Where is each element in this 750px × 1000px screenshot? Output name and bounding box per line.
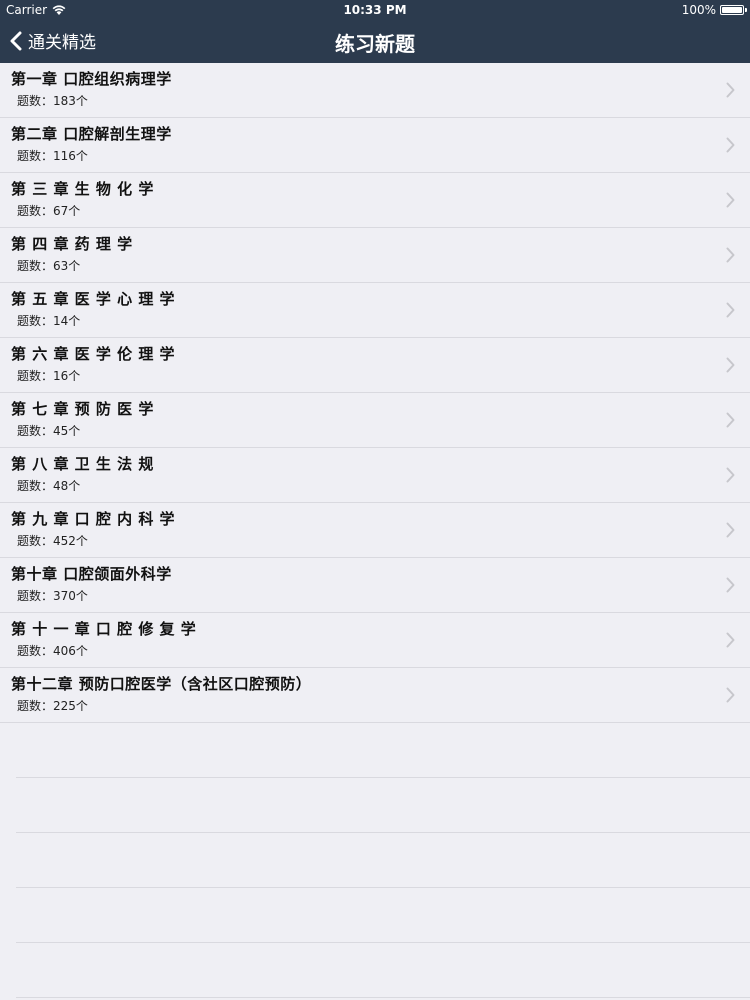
question-count: 题数：116个 <box>17 149 88 163</box>
list-item[interactable]: 第 五 章 医 学 心 理 学 题数：14个 <box>0 283 750 338</box>
chevron-right-icon <box>726 467 735 483</box>
chapter-title: 第 四 章 药 理 学 <box>11 235 133 253</box>
list-item[interactable]: 第 八 章 卫 生 法 规 题数：48个 <box>0 448 750 503</box>
chapter-title: 第十章 口腔颌面外科学 <box>11 565 172 583</box>
chevron-right-icon <box>726 632 735 648</box>
list-item[interactable]: 第 七 章 预 防 医 学 题数：45个 <box>0 393 750 448</box>
chevron-right-icon <box>726 137 735 153</box>
chapter-list: 第一章 口腔组织病理学 题数：183个 第二章 口腔解剖生理学 题数：116个 … <box>0 63 750 998</box>
chapter-title: 第 三 章 生 物 化 学 <box>11 180 154 198</box>
empty-row <box>16 778 750 833</box>
chevron-right-icon <box>726 82 735 98</box>
question-count: 题数：16个 <box>17 369 81 383</box>
battery-fill <box>722 7 742 13</box>
status-time: 10:33 PM <box>343 3 407 17</box>
chapter-title: 第 九 章 口 腔 内 科 学 <box>11 510 176 528</box>
chapter-title: 第 五 章 医 学 心 理 学 <box>11 290 176 308</box>
navigation-bar: 通关精选 练习新题 <box>0 20 750 63</box>
question-count: 题数：14个 <box>17 314 81 328</box>
chevron-right-icon <box>726 412 735 428</box>
list-item[interactable]: 第二章 口腔解剖生理学 题数：116个 <box>0 118 750 173</box>
empty-row <box>16 943 750 998</box>
list-item[interactable]: 第一章 口腔组织病理学 题数：183个 <box>0 63 750 118</box>
question-count: 题数：452个 <box>17 534 88 548</box>
chapter-title: 第 六 章 医 学 伦 理 学 <box>11 345 176 363</box>
list-item[interactable]: 第十二章 预防口腔医学（含社区口腔预防） 题数：225个 <box>0 668 750 723</box>
question-count: 题数：45个 <box>17 424 81 438</box>
question-count: 题数：406个 <box>17 644 88 658</box>
battery-indicator: 100% <box>681 0 747 20</box>
empty-row <box>16 888 750 943</box>
chevron-right-icon <box>726 302 735 318</box>
chapter-title: 第 十 一 章 口 腔 修 复 学 <box>11 620 197 638</box>
question-count: 题数：63个 <box>17 259 81 273</box>
empty-row <box>16 833 750 888</box>
list-item[interactable]: 第 四 章 药 理 学 题数：63个 <box>0 228 750 283</box>
question-count: 题数：225个 <box>17 699 88 713</box>
chapter-title: 第 七 章 预 防 医 学 <box>11 400 154 418</box>
chapter-title: 第 八 章 卫 生 法 规 <box>11 455 154 473</box>
chevron-right-icon <box>726 577 735 593</box>
chevron-right-icon <box>726 192 735 208</box>
chevron-right-icon <box>726 247 735 263</box>
chapter-title: 第十二章 预防口腔医学（含社区口腔预防） <box>11 675 312 693</box>
question-count: 题数：48个 <box>17 479 81 493</box>
list-item[interactable]: 第 十 一 章 口 腔 修 复 学 题数：406个 <box>0 613 750 668</box>
list-item[interactable]: 第 九 章 口 腔 内 科 学 题数：452个 <box>0 503 750 558</box>
chapter-title: 第二章 口腔解剖生理学 <box>11 125 172 143</box>
top-bar: Carrier 10:33 PM 100% 通关精选 练习新题 <box>0 0 750 63</box>
list-item[interactable]: 第 三 章 生 物 化 学 题数：67个 <box>0 173 750 228</box>
status-bar: Carrier 10:33 PM 100% <box>0 0 750 20</box>
empty-row <box>16 723 750 778</box>
page-title: 练习新题 <box>335 32 415 56</box>
chapter-title: 第一章 口腔组织病理学 <box>11 70 172 88</box>
question-count: 题数：67个 <box>17 204 81 218</box>
list-item[interactable]: 第十章 口腔颌面外科学 题数：370个 <box>0 558 750 613</box>
chevron-right-icon <box>726 522 735 538</box>
question-count: 题数：370个 <box>17 589 88 603</box>
question-count: 题数：183个 <box>17 94 88 108</box>
battery-icon <box>720 5 747 15</box>
list-item[interactable]: 第 六 章 医 学 伦 理 学 题数：16个 <box>0 338 750 393</box>
chevron-right-icon <box>726 357 735 373</box>
battery-percent: 100% <box>681 3 716 17</box>
chevron-right-icon <box>726 687 735 703</box>
